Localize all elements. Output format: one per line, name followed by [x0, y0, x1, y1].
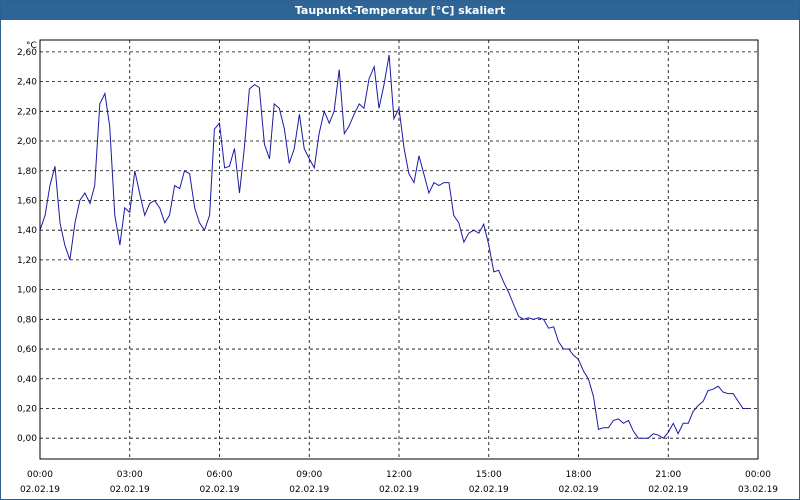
- series-line: [39, 54, 749, 439]
- x-tick-date: 02.02.19: [20, 485, 60, 495]
- y-tick-label: 1,80: [17, 167, 37, 177]
- x-tick-time: 12:00: [386, 470, 412, 480]
- x-axis-ticks: 00:00 02.02.19 03:00 02.02.19 06:00 02.02.19 0…: [20, 470, 778, 495]
- x-tick-time: 18:00: [566, 470, 592, 480]
- x-tick-time: 21:00: [655, 470, 681, 480]
- x-tick-time: 06:00: [207, 470, 233, 480]
- y-tick-label: 2,40: [17, 78, 37, 88]
- y-tick-label: 1,40: [17, 226, 37, 236]
- y-tick-label: 1,60: [17, 196, 37, 206]
- x-tick-date: 02.02.19: [558, 485, 598, 495]
- x-tick-date: 02.02.19: [199, 485, 239, 495]
- line-chart: °C 0,000,200,400,600,801,001,201,401,601…: [17, 39, 778, 495]
- x-tick-time: 03:00: [117, 470, 143, 480]
- y-tick-label: 0,20: [17, 404, 37, 414]
- x-tick-date: 03.02.19: [738, 485, 778, 495]
- y-tick-label: 0,00: [17, 434, 37, 444]
- y-axis-ticks: 0,00 0,20 0,40 0,60 0,80 1,00 1,20 1,40 1,60 1,80…: [17, 48, 37, 444]
- y-tick-label: 2,60: [17, 48, 37, 58]
- y-tick-label: 1,20: [17, 256, 37, 266]
- y-tick-label: 0,40: [17, 375, 37, 385]
- x-tick-time: 00:00: [745, 470, 771, 480]
- x-tick-time: 15:00: [476, 470, 502, 480]
- x-tick-time: 09:00: [296, 470, 322, 480]
- x-tick-date: 02.02.19: [289, 485, 329, 495]
- x-tick-date: 02.02.19: [648, 485, 688, 495]
- y-tick-label: 2,20: [17, 107, 37, 117]
- y-tick-label: 0,80: [17, 315, 37, 325]
- grid-lines: [40, 40, 758, 459]
- x-tick-date: 02.02.19: [110, 485, 150, 495]
- y-tick-label: 0,60: [17, 345, 37, 355]
- x-tick-time: 00:00: [27, 470, 53, 480]
- x-tick-date: 02.02.19: [379, 485, 419, 495]
- x-tick-date: 02.02.19: [469, 485, 509, 495]
- y-tick-label: 2,00: [17, 137, 37, 147]
- y-tick-label: 1,00: [17, 286, 37, 296]
